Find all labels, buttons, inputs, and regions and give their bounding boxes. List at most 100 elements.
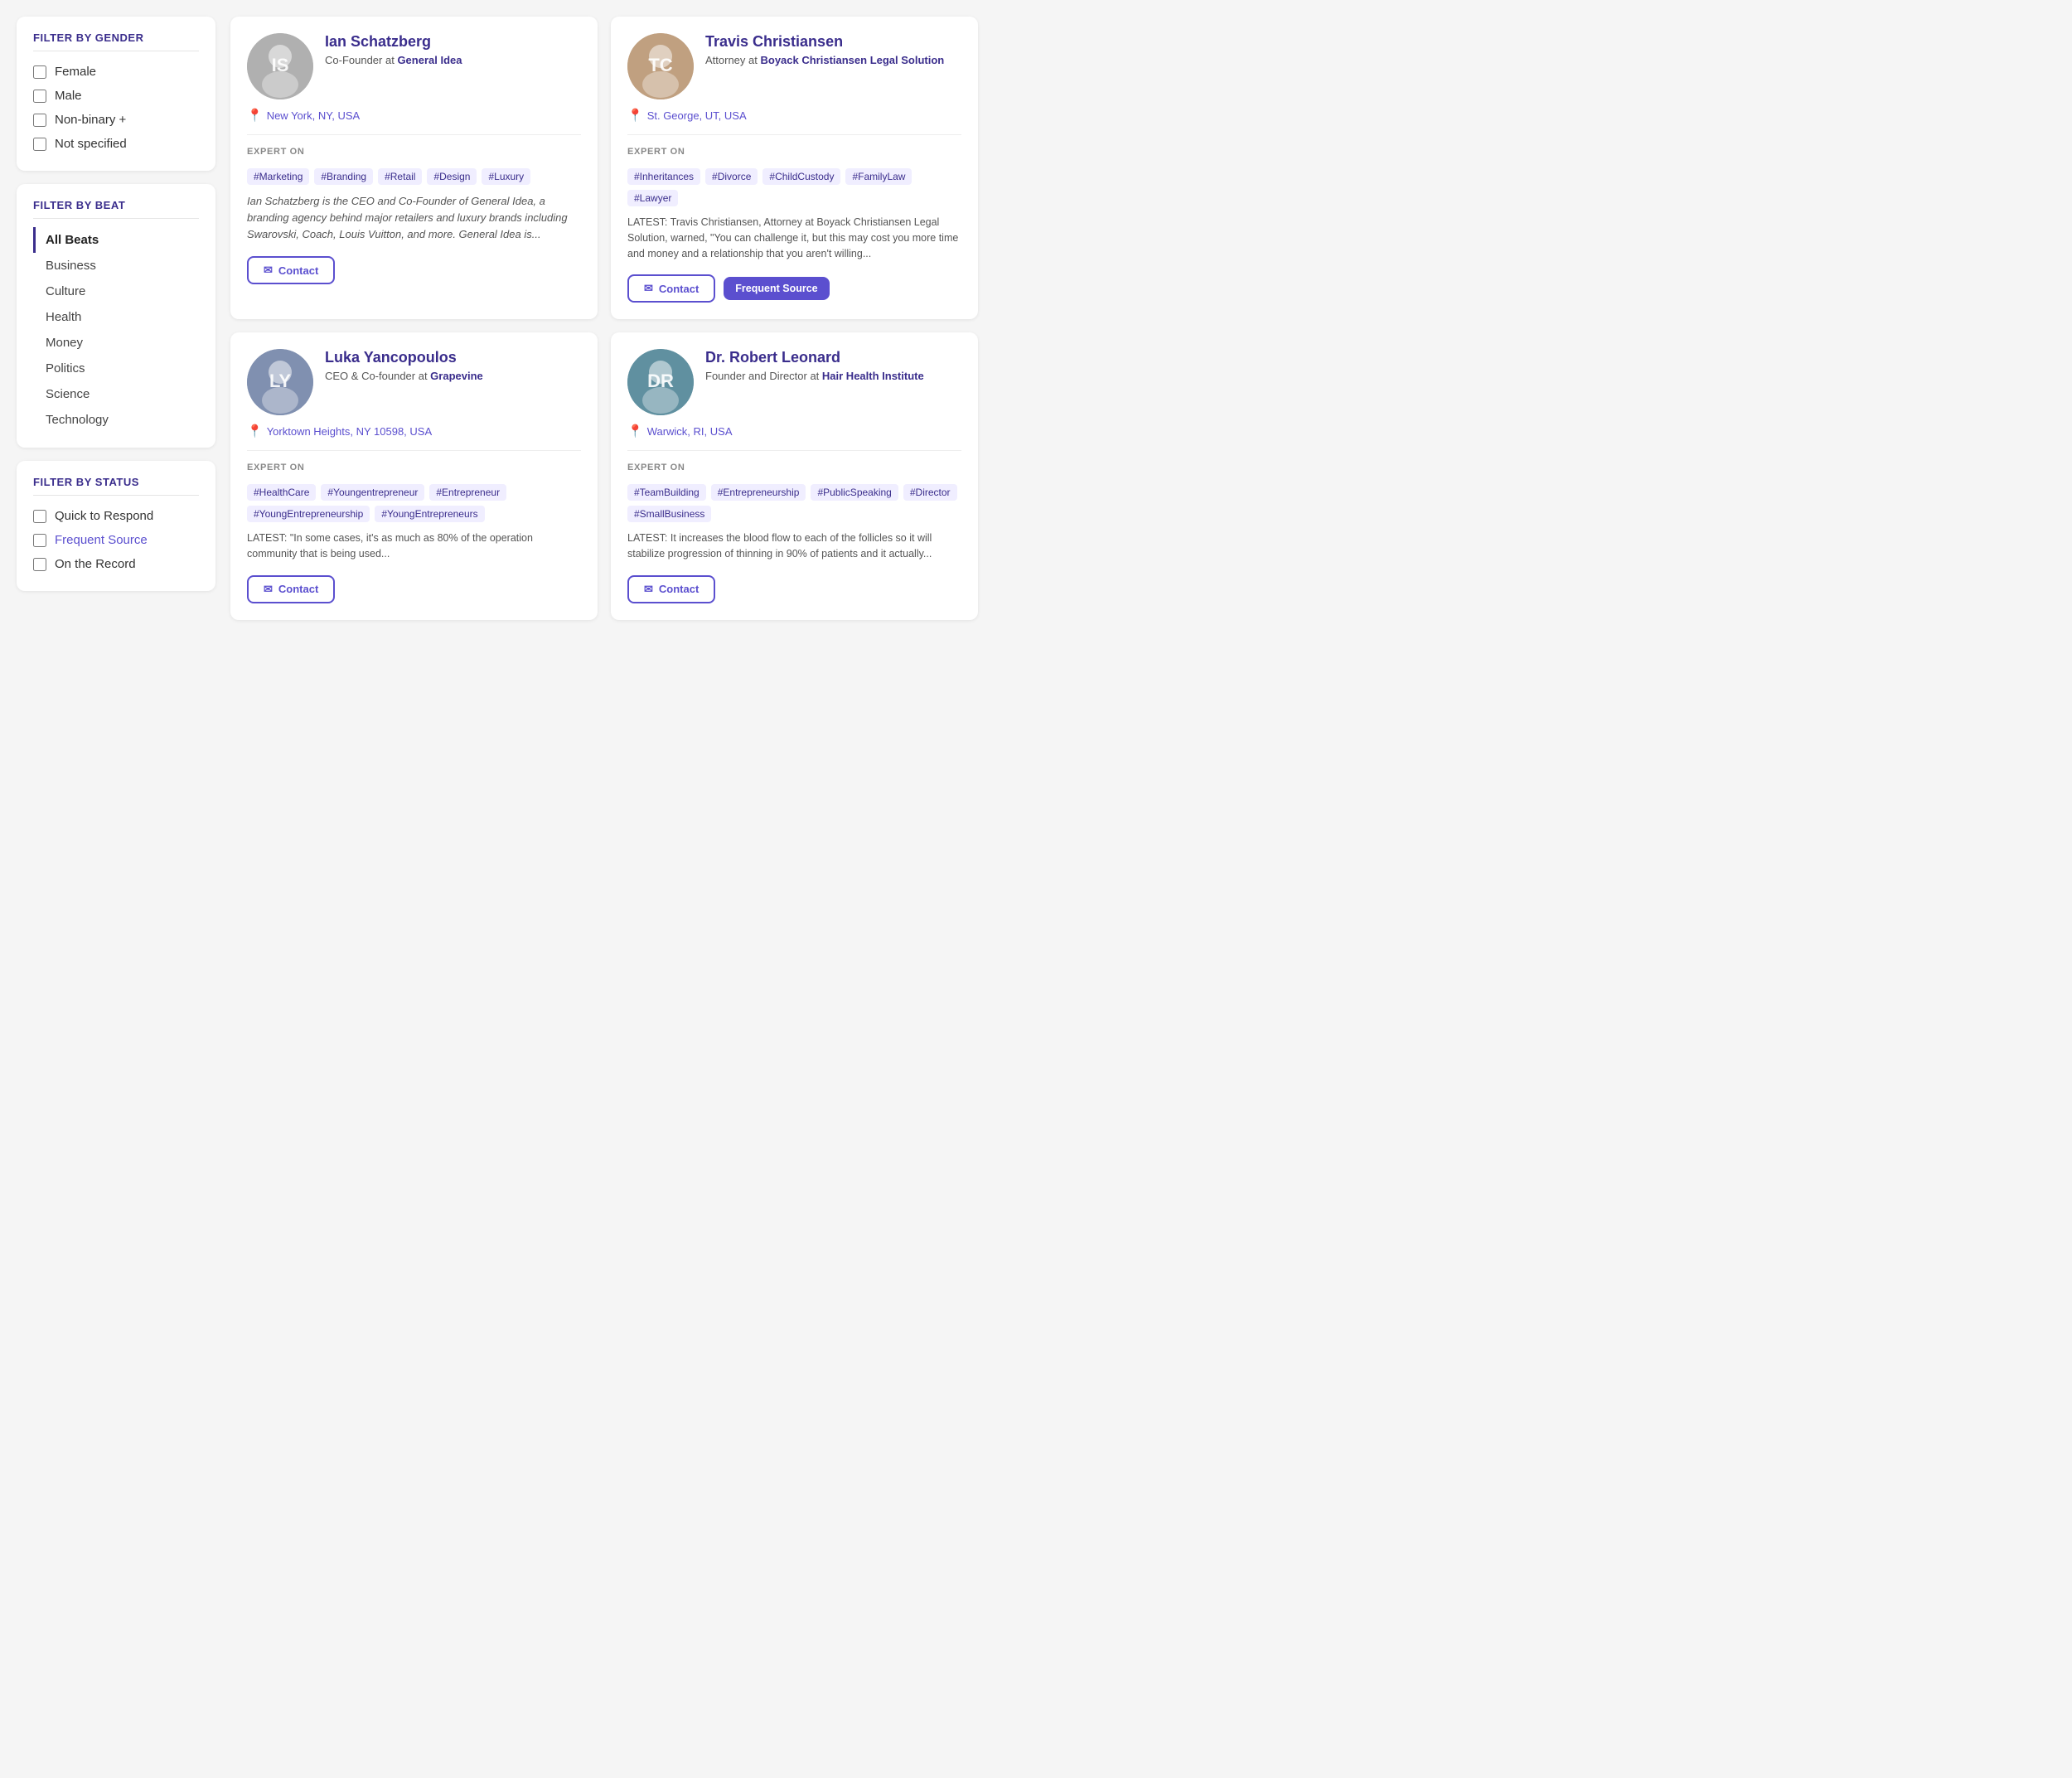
location-text: New York, NY, USA (267, 109, 360, 122)
card-divider (247, 134, 581, 135)
tag: #Luxury (482, 168, 530, 185)
expert-info: Travis Christiansen Attorney at Boyack C… (705, 33, 961, 68)
company-link[interactable]: General Idea (397, 54, 462, 66)
expert-latest: LATEST: Travis Christiansen, Attorney at… (627, 215, 961, 261)
expert-role: Co-Founder at General Idea (325, 53, 581, 68)
expert-name: Dr. Robert Leonard (705, 349, 961, 366)
card-divider (247, 450, 581, 451)
gender-options: Female Male Non-binary + Not specified (33, 60, 199, 156)
tag: #Branding (314, 168, 373, 185)
card-actions: ✉ Contact (247, 575, 581, 603)
svg-text:DR: DR (647, 371, 674, 391)
expert-card-dr-robert-leonard: DR Dr. Robert Leonard Founder and Direct… (611, 332, 978, 620)
gender-checkbox-2[interactable] (33, 114, 46, 127)
avatar: LY (247, 349, 313, 415)
tag: #TeamBuilding (627, 484, 706, 501)
tag: #FamilyLaw (845, 168, 912, 185)
contact-label: Contact (278, 583, 318, 595)
location-text: St. George, UT, USA (647, 109, 747, 122)
location-pin-icon: 📍 (247, 108, 263, 123)
tag: #HealthCare (247, 484, 316, 501)
gender-option-3[interactable]: Not specified (33, 132, 199, 156)
status-checkbox-1[interactable] (33, 534, 46, 547)
beat-item-health[interactable]: Health (33, 304, 199, 330)
contact-label: Contact (278, 264, 318, 277)
location-pin-icon: 📍 (627, 108, 643, 123)
status-option-1[interactable]: Frequent Source (33, 528, 199, 552)
location-text: Warwick, RI, USA (647, 425, 733, 438)
contact-button[interactable]: ✉ Contact (627, 274, 715, 303)
tag: #Design (427, 168, 477, 185)
expert-on-label: EXPERT ON (627, 463, 961, 472)
expert-latest: LATEST: It increases the blood flow to e… (627, 530, 961, 562)
status-checkbox-2[interactable] (33, 558, 46, 571)
avatar: TC (627, 33, 694, 99)
tag: #Retail (378, 168, 422, 185)
filter-status-title: FILTER BY STATUS (33, 476, 199, 496)
gender-label-0: Female (55, 65, 96, 79)
status-options: Quick to RespondFrequent SourceOn the Re… (33, 504, 199, 576)
company-link[interactable]: Boyack Christiansen Legal Solution (760, 54, 944, 66)
expert-role: Attorney at Boyack Christiansen Legal So… (705, 53, 961, 68)
gender-checkbox-0[interactable] (33, 65, 46, 79)
gender-checkbox-3[interactable] (33, 138, 46, 151)
frequent-source-button[interactable]: Frequent Source (724, 277, 829, 300)
expert-on-label: EXPERT ON (627, 147, 961, 157)
svg-text:LY: LY (269, 371, 291, 391)
expert-info: Dr. Robert Leonard Founder and Director … (705, 349, 961, 384)
card-header: DR Dr. Robert Leonard Founder and Direct… (627, 349, 961, 415)
expert-location: 📍 Warwick, RI, USA (627, 424, 961, 438)
filter-gender-title: FILTER BY GENDER (33, 31, 199, 51)
beat-item-business[interactable]: Business (33, 253, 199, 279)
beat-item-science[interactable]: Science (33, 381, 199, 407)
card-header: IS Ian Schatzberg Co-Founder at General … (247, 33, 581, 99)
avatar: IS (247, 33, 313, 99)
beat-item-all-beats[interactable]: All Beats (33, 227, 199, 253)
company-link[interactable]: Grapevine (430, 370, 483, 382)
gender-option-0[interactable]: Female (33, 60, 199, 84)
gender-option-2[interactable]: Non-binary + (33, 108, 199, 132)
contact-button[interactable]: ✉ Contact (627, 575, 715, 603)
envelope-icon: ✉ (644, 583, 653, 596)
gender-option-1[interactable]: Male (33, 84, 199, 108)
tags-container: #Marketing#Branding#Retail#Design#Luxury (247, 168, 581, 185)
expert-on-label: EXPERT ON (247, 463, 581, 472)
expert-on-label: EXPERT ON (247, 147, 581, 157)
expert-role: Founder and Director at Hair Health Inst… (705, 369, 961, 384)
gender-label-1: Male (55, 89, 82, 103)
expert-name: Ian Schatzberg (325, 33, 581, 51)
filter-beat-box: FILTER BY BEAT All BeatsBusinessCultureH… (17, 184, 215, 448)
gender-label-2: Non-binary + (55, 113, 126, 127)
tag: #Youngentrepreneur (321, 484, 424, 501)
tag: #YoungEntrepreneurs (375, 506, 484, 522)
status-option-0[interactable]: Quick to Respond (33, 504, 199, 528)
card-divider (627, 134, 961, 135)
tags-container: #HealthCare#Youngentrepreneur#Entreprene… (247, 484, 581, 522)
beat-item-culture[interactable]: Culture (33, 279, 199, 304)
expert-info: Luka Yancopoulos CEO & Co-founder at Gra… (325, 349, 581, 384)
tag: #Inheritances (627, 168, 700, 185)
card-actions: ✉ Contact (627, 575, 961, 603)
gender-checkbox-1[interactable] (33, 90, 46, 103)
avatar: DR (627, 349, 694, 415)
envelope-icon: ✉ (264, 264, 273, 277)
status-checkbox-0[interactable] (33, 510, 46, 523)
contact-button[interactable]: ✉ Contact (247, 575, 335, 603)
beat-item-technology[interactable]: Technology (33, 407, 199, 433)
company-link[interactable]: Hair Health Institute (822, 370, 924, 382)
expert-bio: Ian Schatzberg is the CEO and Co-Founder… (247, 193, 581, 243)
contact-button[interactable]: ✉ Contact (247, 256, 335, 284)
tag: #Divorce (705, 168, 758, 185)
status-option-2[interactable]: On the Record (33, 552, 199, 576)
filter-status-box: FILTER BY STATUS Quick to RespondFrequen… (17, 461, 215, 591)
beat-item-money[interactable]: Money (33, 330, 199, 356)
expert-grid: IS Ian Schatzberg Co-Founder at General … (230, 17, 978, 620)
location-pin-icon: 📍 (247, 424, 263, 438)
tag: #SmallBusiness (627, 506, 711, 522)
beat-item-politics[interactable]: Politics (33, 356, 199, 381)
tag: #PublicSpeaking (811, 484, 898, 501)
card-header: TC Travis Christiansen Attorney at Boyac… (627, 33, 961, 99)
card-header: LY Luka Yancopoulos CEO & Co-founder at … (247, 349, 581, 415)
expert-location: 📍 St. George, UT, USA (627, 108, 961, 123)
expert-name: Travis Christiansen (705, 33, 961, 51)
